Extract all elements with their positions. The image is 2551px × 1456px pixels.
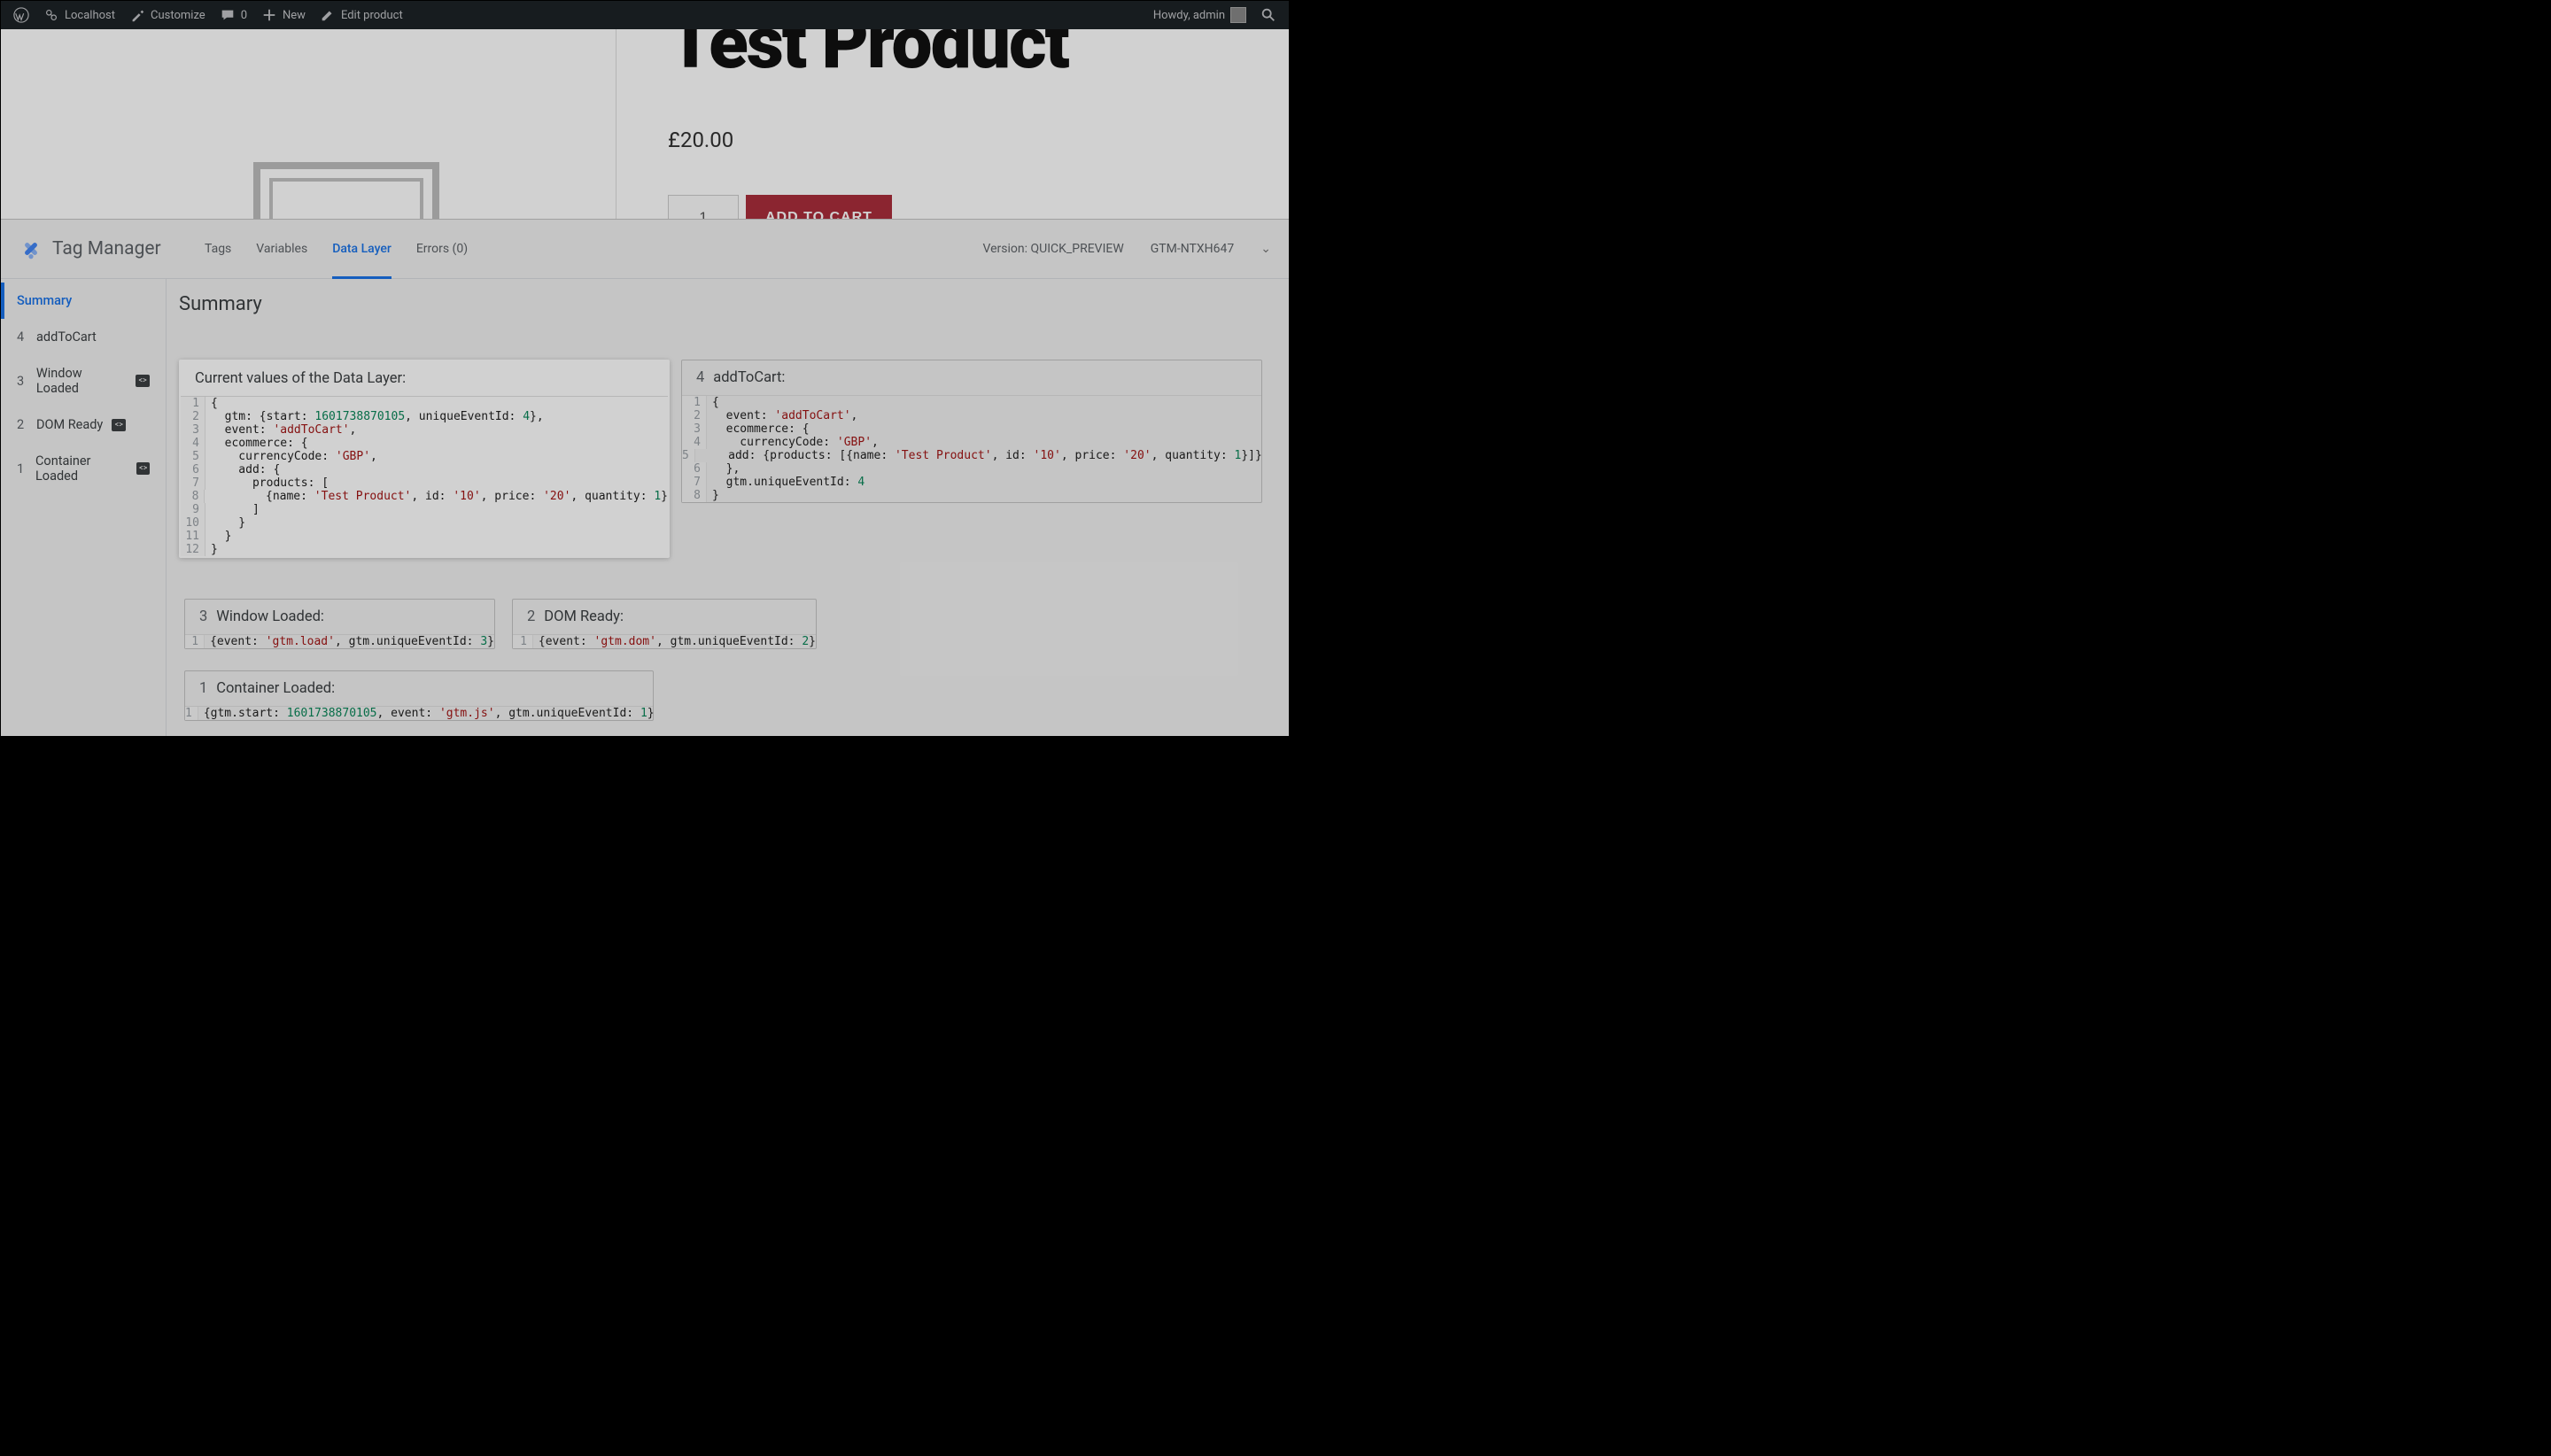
code-badge-icon: <> <box>136 375 150 387</box>
product-image-placeholder <box>253 162 439 220</box>
container-id: GTM-NTXH647 <box>1151 242 1235 256</box>
card-title: DOM Ready: <box>544 608 624 625</box>
wp-admin-bar: Localhost Customize 0 New Edit product H… <box>1 1 1289 29</box>
sidebar-event-window-loaded[interactable]: 3Window Loaded<> <box>1 355 166 407</box>
comments-link[interactable]: 0 <box>213 1 254 29</box>
quantity-input[interactable] <box>668 195 739 220</box>
site-name-link[interactable]: Localhost <box>36 1 122 29</box>
code-block: 1{gtm.start: 1601738870105, event: 'gtm.… <box>185 706 653 720</box>
card-current-data-layer: Current values of the Data Layer: 1{2 gt… <box>179 360 670 558</box>
tab-errors[interactable]: Errors (0) <box>416 220 468 278</box>
code-block: 1{2 gtm: {start: 1601738870105, uniqueEv… <box>181 396 668 556</box>
card-dom-ready: 2 DOM Ready: 1{event: 'gtm.dom', gtm.uniq… <box>512 599 817 649</box>
card-title: addToCart: <box>713 369 785 386</box>
code-badge-icon: <> <box>136 462 150 475</box>
product-page: Test Product £20.00 ADD TO CART <box>1 29 1289 220</box>
card-num: 4 <box>696 369 704 386</box>
chevron-down-icon[interactable]: ⌄ <box>1260 242 1271 256</box>
sidebar-event-container-loaded[interactable]: 1Container Loaded<> <box>1 443 166 494</box>
avatar <box>1230 7 1246 23</box>
wp-logo[interactable] <box>6 1 36 29</box>
howdy-text: Howdy, admin <box>1153 9 1225 22</box>
gtm-preview-panel: Tag Manager Tags Variables Data Layer Er… <box>1 220 1289 736</box>
sidebar-summary[interactable]: Summary <box>1 283 166 319</box>
tab-variables[interactable]: Variables <box>256 220 307 278</box>
add-to-cart-button[interactable]: ADD TO CART <box>746 195 892 220</box>
gtm-content: Summary Current values of the Data Layer… <box>167 279 1289 736</box>
card-title: Container Loaded: <box>216 680 335 697</box>
code-block: 1{event: 'gtm.dom', gtm.uniqueEventId: 2… <box>513 634 816 648</box>
gtm-logo: Tag Manager <box>19 236 205 261</box>
code-block: 1{2 event: 'addToCart',3 ecommerce: {4 c… <box>682 395 1261 502</box>
product-price: £20.00 <box>668 128 1237 152</box>
gtm-header: Tag Manager Tags Variables Data Layer Er… <box>1 220 1289 279</box>
card-num: 2 <box>527 608 535 625</box>
new-label: New <box>283 9 306 22</box>
gtm-sidebar: Summary 4addToCart 3Window Loaded<> 2DOM… <box>1 279 167 736</box>
site-name: Localhost <box>65 9 115 22</box>
product-title: Test Product <box>668 29 1237 64</box>
comments-count: 0 <box>241 9 247 22</box>
code-badge-icon: <> <box>112 419 126 431</box>
tab-data-layer[interactable]: Data Layer <box>332 220 392 278</box>
card-title: Window Loaded: <box>216 608 324 625</box>
card-addtocart: 4 addToCart: 1{2 event: 'addToCart',3 eco… <box>681 360 1262 503</box>
card-container-loaded: 1 Container Loaded: 1{gtm.start: 16017388… <box>184 670 654 721</box>
edit-product-link[interactable]: Edit product <box>313 1 410 29</box>
customize-link[interactable]: Customize <box>122 1 213 29</box>
edit-label: Edit product <box>341 9 403 22</box>
sidebar-event-addtocart[interactable]: 4addToCart <box>1 319 166 355</box>
sidebar-event-dom-ready[interactable]: 2DOM Ready<> <box>1 407 166 443</box>
gtm-brand: Tag Manager <box>52 238 161 259</box>
code-block: 1{event: 'gtm.load', gtm.uniqueEventId: … <box>185 634 494 648</box>
card-num: 3 <box>199 608 207 625</box>
summary-heading: Summary <box>179 288 1289 324</box>
search-toggle[interactable] <box>1253 1 1283 29</box>
card-title: Current values of the Data Layer: <box>195 370 406 387</box>
version-label: Version: QUICK_PREVIEW <box>983 242 1124 256</box>
new-link[interactable]: New <box>254 1 313 29</box>
card-window-loaded: 3 Window Loaded: 1{event: 'gtm.load', gtm… <box>184 599 495 649</box>
tab-tags[interactable]: Tags <box>205 220 231 278</box>
card-num: 1 <box>199 680 207 697</box>
customize-label: Customize <box>151 9 205 22</box>
howdy-link[interactable]: Howdy, admin <box>1146 1 1253 29</box>
